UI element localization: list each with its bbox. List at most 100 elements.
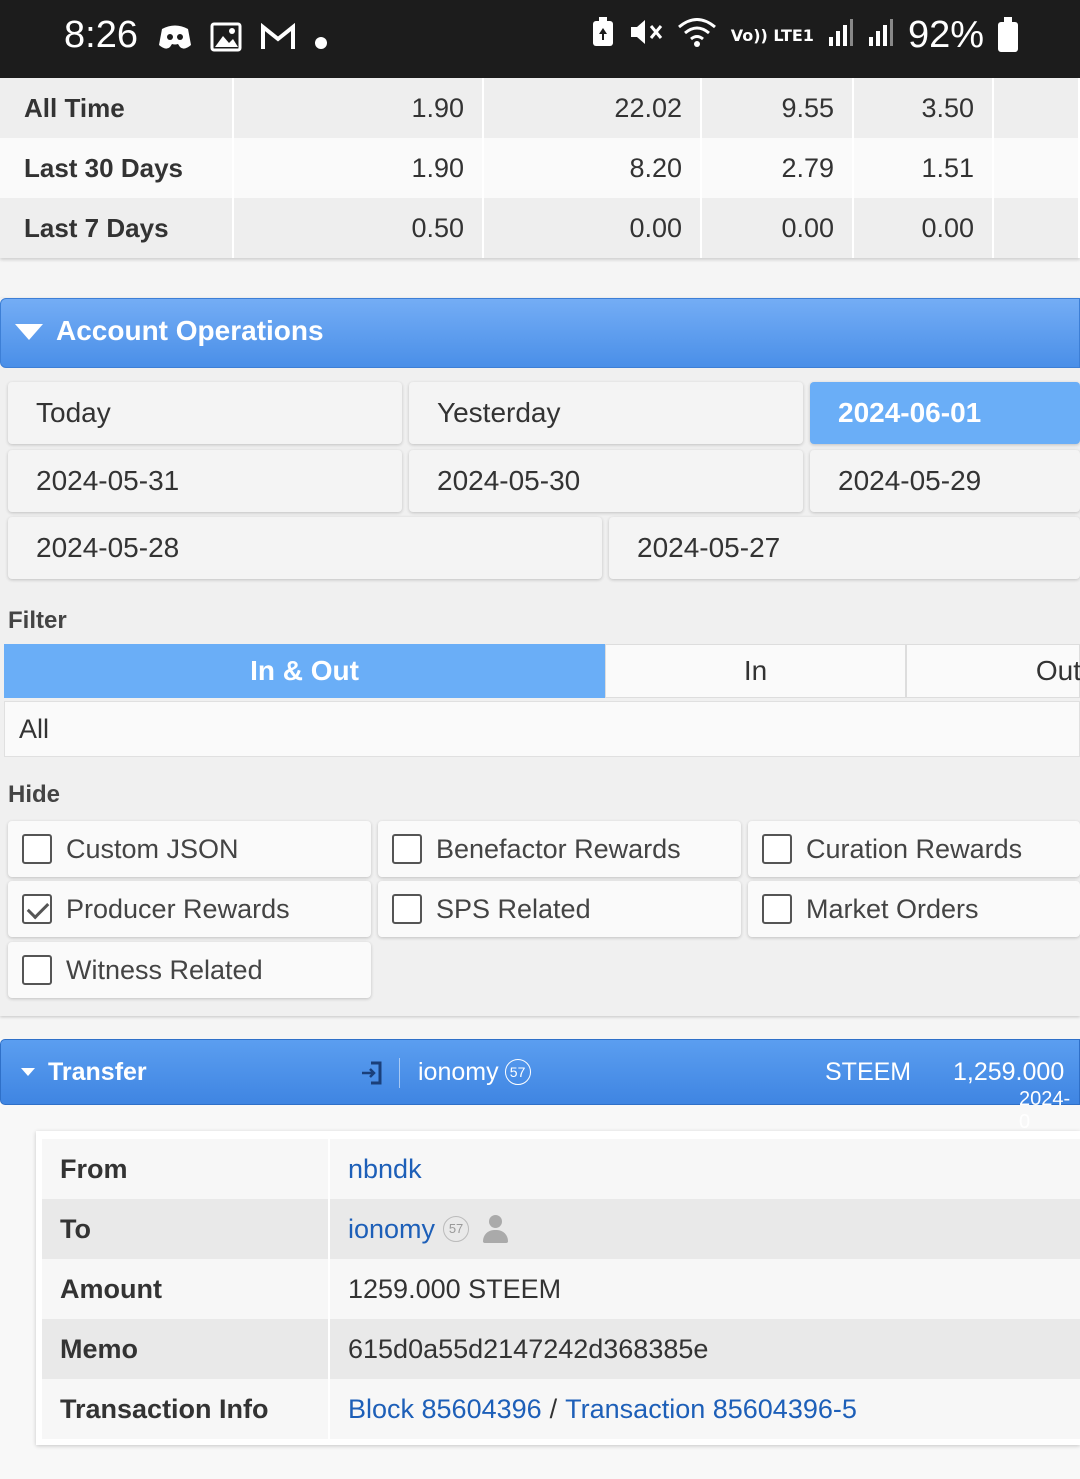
checkbox-label: SPS Related xyxy=(436,893,591,924)
filter-in-out[interactable]: In & Out xyxy=(4,644,605,698)
stats-cell: 9.55 xyxy=(702,78,854,138)
reputation-badge: 57 xyxy=(443,1216,470,1242)
checkbox-label: Market Orders xyxy=(806,893,979,924)
hide-curation-rewards[interactable]: Curation Rewards xyxy=(748,821,1080,877)
date-button-today[interactable]: Today xyxy=(8,382,402,444)
hide-producer-rewards[interactable]: Producer Rewards xyxy=(8,881,371,937)
checkbox-label: Producer Rewards xyxy=(66,893,290,924)
stats-cell: 1.51 xyxy=(854,138,994,198)
wifi-icon xyxy=(677,16,717,55)
stats-row: All Time 1.90 22.02 9.55 3.50 xyxy=(0,78,1080,138)
stats-row-label: Last 30 Days xyxy=(0,138,234,198)
filter-label: Filter xyxy=(8,607,67,634)
filter-out[interactable]: Out xyxy=(906,644,1080,698)
stats-cell: 1.90 xyxy=(234,78,484,138)
stats-cell: 0.50 xyxy=(234,198,484,258)
counterparty-account[interactable]: ionomy 57 xyxy=(418,1058,531,1087)
user-profile-icon[interactable] xyxy=(481,1215,509,1243)
to-account-link[interactable]: ionomy xyxy=(348,1214,435,1245)
stats-cell-empty xyxy=(994,138,1080,198)
hide-label: Hide xyxy=(8,781,61,808)
status-time: 8:26 xyxy=(64,14,138,56)
detail-key: Transaction Info xyxy=(42,1379,330,1439)
transfer-date: 2024-0 xyxy=(1019,1088,1071,1133)
hide-market-orders[interactable]: Market Orders xyxy=(748,881,1080,937)
collapse-triangle-icon xyxy=(15,324,43,340)
image-icon xyxy=(210,22,242,60)
hide-custom-json[interactable]: Custom JSON xyxy=(8,821,371,877)
checkbox[interactable] xyxy=(392,894,422,924)
stats-cell: 8.20 xyxy=(484,138,702,198)
transfer-operation: Transfer ionomy 57 STEEM 1,259.000 2024-0… xyxy=(0,1039,1080,1479)
date-button-2024-05-28[interactable]: 2024-05-28 xyxy=(8,517,602,579)
account-operations-header[interactable]: Account Operations xyxy=(0,298,1080,368)
stats-cell: 0.00 xyxy=(702,198,854,258)
checkbox-checked[interactable] xyxy=(22,894,52,924)
date-button-2024-05-31[interactable]: 2024-05-31 xyxy=(8,450,402,512)
detail-key: Memo xyxy=(42,1319,330,1379)
battery-saver-icon xyxy=(591,16,615,55)
checkbox[interactable] xyxy=(392,834,422,864)
date-button-2024-06-01[interactable]: 2024-06-01 xyxy=(810,382,1080,444)
checkbox-label: Custom JSON xyxy=(66,833,239,864)
battery-icon xyxy=(998,17,1018,52)
checkbox-label: Benefactor Rewards xyxy=(436,833,681,864)
checkbox[interactable] xyxy=(22,955,52,985)
checkbox[interactable] xyxy=(22,834,52,864)
section-title: Account Operations xyxy=(56,315,324,346)
filter-in[interactable]: In xyxy=(605,644,906,698)
hide-witness-related[interactable]: Witness Related xyxy=(8,942,371,998)
date-button-2024-05-30[interactable]: 2024-05-30 xyxy=(409,450,803,512)
detail-row: From nbndk xyxy=(42,1139,1080,1199)
checkbox[interactable] xyxy=(762,894,792,924)
checkbox-label: Witness Related xyxy=(66,954,263,985)
separator: / xyxy=(549,1393,558,1424)
date-button-2024-05-29[interactable]: 2024-05-29 xyxy=(810,450,1080,512)
stats-cell-empty xyxy=(994,198,1080,258)
from-account-link[interactable]: nbndk xyxy=(348,1154,422,1185)
detail-value: nbndk xyxy=(330,1139,1080,1199)
date-button-yesterday[interactable]: Yesterday xyxy=(409,382,803,444)
checkbox[interactable] xyxy=(762,834,792,864)
stats-cell: 22.02 xyxy=(484,78,702,138)
checkbox-label: Curation Rewards xyxy=(806,833,1023,864)
detail-value: ionomy 57 xyxy=(330,1199,1080,1259)
hide-benefactor-rewards[interactable]: Benefactor Rewards xyxy=(378,821,741,877)
account-name[interactable]: ionomy xyxy=(418,1058,499,1086)
date-button-2024-05-27[interactable]: 2024-05-27 xyxy=(609,517,1080,579)
stats-row: Last 30 Days 1.90 8.20 2.79 1.51 xyxy=(0,138,1080,198)
detail-key: Amount xyxy=(42,1259,330,1319)
filter-out-label: Out xyxy=(1035,655,1080,686)
divider xyxy=(399,1058,400,1088)
volte-icon: Vo)) LTE1 xyxy=(730,25,814,45)
stats-row: Last 7 Days 0.50 0.00 0.00 0.00 xyxy=(0,198,1080,258)
discord-icon xyxy=(158,23,192,59)
detail-value: Block 85604396 / Transaction 85604396-5 xyxy=(330,1379,1080,1439)
signal-icon xyxy=(868,17,894,54)
amount-value: 1259.000 STEEM xyxy=(348,1273,562,1304)
stats-cell: 3.50 xyxy=(854,78,994,138)
incoming-icon xyxy=(361,1060,383,1086)
stats-row-label: Last 7 Days xyxy=(0,198,234,258)
battery-percent: 92% xyxy=(907,14,984,56)
hide-sps-related[interactable]: SPS Related xyxy=(378,881,741,937)
status-bar: 8:26 Vo)) LTE1 92% xyxy=(0,0,1080,78)
stats-cell: 0.00 xyxy=(854,198,994,258)
signal-icon xyxy=(828,17,854,54)
operation-type: Transfer xyxy=(48,1058,147,1086)
mute-icon xyxy=(629,16,663,55)
transfer-details: From nbndk To ionomy 57 Amount 1259.000 … xyxy=(36,1131,1080,1445)
detail-row: Memo 615d0a55d2147242d368385e xyxy=(42,1319,1080,1379)
stats-cell: 0.00 xyxy=(484,198,702,258)
block-link[interactable]: Block 85604396 xyxy=(348,1394,542,1425)
operation-type-select[interactable]: All xyxy=(4,701,1080,757)
transaction-link[interactable]: Transaction 85604396-5 xyxy=(565,1394,857,1425)
detail-key: From xyxy=(42,1139,330,1199)
collapse-triangle-icon xyxy=(21,1068,35,1076)
transfer-header[interactable]: Transfer ionomy 57 STEEM 1,259.000 2024-0 xyxy=(0,1039,1080,1133)
memo-value: 615d0a55d2147242d368385e xyxy=(348,1333,709,1364)
stats-cell: 1.90 xyxy=(234,138,484,198)
stats-cell: 2.79 xyxy=(702,138,854,198)
asset-symbol: STEEM xyxy=(825,1058,912,1086)
gmail-icon xyxy=(260,22,296,59)
